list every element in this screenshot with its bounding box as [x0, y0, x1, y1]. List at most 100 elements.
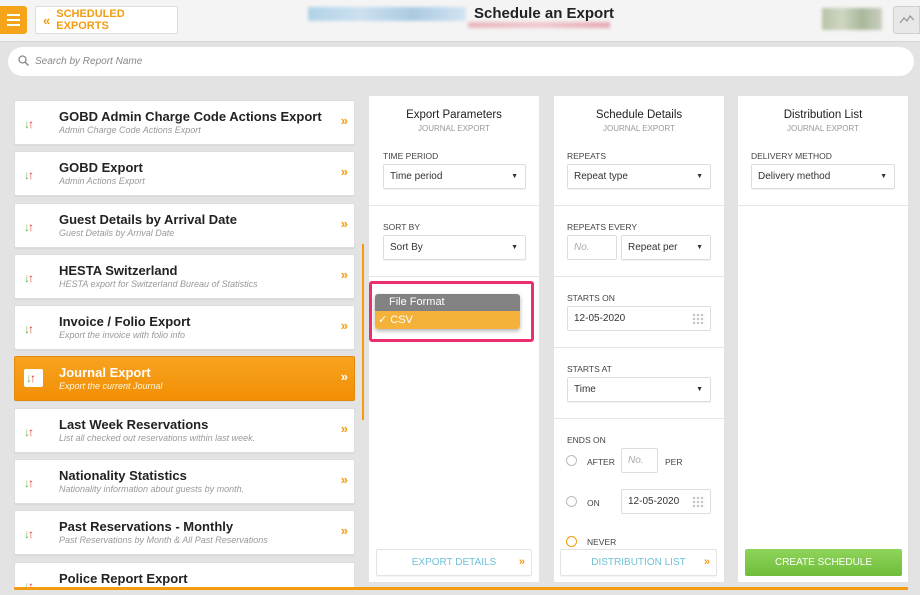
caret-down-icon: ▼ — [511, 244, 518, 251]
report-title: Police Report Export — [59, 570, 188, 586]
distribution-list-label: DISTRIBUTION LIST — [591, 557, 686, 568]
delivery-method-value: Delivery method — [758, 171, 831, 182]
panel-subtitle: JOURNAL EXPORT — [786, 124, 859, 133]
report-item-nationality[interactable]: ↓↑ Nationality Statistics Nationality in… — [14, 459, 355, 505]
report-subtitle: Export the invoice with folio info — [59, 330, 186, 341]
panel-title: Distribution List — [783, 109, 863, 121]
report-item-invoice-folio[interactable]: ↓↑ Invoice / Folio Export Export the inv… — [14, 305, 355, 351]
report-list: ↓↑ GOBD Admin Charge Code Actions Export… — [14, 100, 355, 587]
report-item-journal-export[interactable]: ↓↑ Journal Export Export the current Jou… — [14, 356, 355, 402]
report-item-hesta[interactable]: ↓↑ HESTA Switzerland HESTA export for Sw… — [14, 253, 355, 299]
starts-on-date-input[interactable]: 12-05-2020 — [567, 306, 711, 331]
repeat-per-select[interactable]: Repeat per ▼ — [621, 235, 711, 260]
sort-by-select[interactable]: Sort By ▼ — [383, 235, 526, 260]
caret-down-icon: ▼ — [880, 173, 887, 180]
sort-arrows-icon: ↓↑ — [24, 424, 34, 439]
report-subtitle: Nationality information about guests by … — [59, 484, 245, 495]
ends-on-label: ENDS ON — [567, 435, 606, 445]
divider — [738, 205, 908, 206]
on-label: ON — [587, 498, 600, 508]
panel-subtitle: JOURNAL EXPORT — [417, 124, 490, 133]
sort-arrows-icon: ↓↑ — [24, 369, 43, 388]
report-title: Invoice / Folio Export — [59, 314, 191, 330]
double-chevron-right-icon: » — [340, 420, 348, 436]
repeats-label: REPEATS — [567, 151, 607, 161]
time-period-value: Time period — [390, 171, 443, 182]
after-label: AFTER — [587, 457, 615, 467]
activity-chart-icon[interactable] — [893, 6, 920, 34]
report-subtitle: HESTA export for Switzerland Bureau of S… — [59, 278, 258, 289]
sort-by-value: Sort By — [390, 242, 423, 253]
export-details-button[interactable]: EXPORT DETAILS » — [376, 549, 532, 576]
ends-never-radio[interactable] — [566, 536, 577, 547]
panel-subtitle: JOURNAL EXPORT — [602, 124, 675, 133]
report-list-scrollbar[interactable] — [362, 244, 364, 420]
report-item-last-week[interactable]: ↓↑ Last Week Reservations List all check… — [14, 407, 355, 453]
caret-down-icon: ▼ — [511, 173, 518, 180]
repeats-select[interactable]: Repeat type ▼ — [567, 164, 711, 189]
divider — [554, 347, 724, 348]
delivery-method-select[interactable]: Delivery method ▼ — [751, 164, 895, 189]
back-to-scheduled-exports-button[interactable]: « SCHEDULED EXPORTS — [35, 6, 178, 34]
ends-on-value: 12-05-2020 — [628, 496, 680, 507]
report-subtitle: List all checked out reservations within… — [59, 432, 256, 443]
report-subtitle: Export the current Journal — [59, 381, 163, 392]
report-title: GOBD Admin Charge Code Actions Export — [59, 109, 322, 124]
menu-icon[interactable] — [0, 6, 27, 34]
divider — [369, 205, 539, 206]
blurred-hotel-name — [308, 7, 466, 21]
search-input[interactable] — [35, 56, 735, 67]
file-format-option-placeholder[interactable]: File Format — [375, 294, 520, 311]
double-chevron-right-icon: » — [340, 113, 348, 128]
ends-after-radio[interactable] — [566, 455, 577, 466]
back-button-label: SCHEDULED EXPORTS — [56, 8, 125, 32]
per-label: PER — [665, 457, 683, 467]
double-chevron-right-icon: » — [340, 164, 348, 180]
double-chevron-right-icon: » — [518, 556, 525, 568]
caret-down-icon: ▼ — [696, 244, 703, 251]
search-bar[interactable] — [8, 47, 914, 76]
never-label: NEVER — [587, 537, 617, 547]
double-chevron-right-icon: » — [340, 523, 348, 539]
time-period-select[interactable]: Time period ▼ — [383, 164, 526, 189]
file-format-option-csv[interactable]: ✓ CSV — [375, 311, 520, 329]
double-chevron-left-icon: « — [43, 12, 50, 28]
double-chevron-right-icon: » — [340, 369, 348, 385]
caret-down-icon: ▼ — [696, 386, 703, 393]
report-item-gobd-admin-charge[interactable]: ↓↑ GOBD Admin Charge Code Actions Export… — [14, 100, 355, 145]
repeats-every-number-input[interactable]: No. — [567, 235, 617, 260]
file-format-dropdown[interactable]: File Format ✓ CSV — [375, 294, 520, 329]
blurred-user-avatar[interactable] — [822, 8, 882, 30]
calendar-icon[interactable] — [692, 496, 705, 508]
report-item-gobd-export[interactable]: ↓↑ GOBD Export Admin Actions Export » — [14, 151, 355, 197]
starts-at-select[interactable]: Time ▼ — [567, 377, 711, 402]
double-chevron-right-icon: » — [340, 215, 348, 231]
distribution-list-button[interactable]: DISTRIBUTION LIST » — [560, 549, 717, 576]
sort-arrows-icon: ↓↑ — [24, 219, 34, 234]
sort-arrows-icon: ↓↑ — [24, 270, 34, 285]
sort-arrows-icon: ↓↑ — [24, 476, 34, 491]
starts-on-label: STARTS ON — [567, 293, 615, 303]
ends-after-number-input[interactable]: No. — [621, 448, 658, 473]
sort-arrows-icon: ↓↑ — [24, 117, 34, 131]
report-subtitle: Guest Details by Arrival Date — [59, 227, 175, 238]
starts-at-label: STARTS AT — [567, 364, 612, 374]
report-title: GOBD Export — [59, 160, 143, 176]
repeat-per-value: Repeat per — [628, 242, 678, 253]
report-title: HESTA Switzerland — [59, 262, 178, 278]
calendar-icon[interactable] — [692, 313, 705, 325]
report-subtitle: Admin Charge Code Actions Export — [59, 125, 201, 135]
distribution-list-panel: Distribution List JOURNAL EXPORT DELIVER… — [738, 96, 908, 582]
report-item-police-report[interactable]: ↓↑ Police Report Export — [14, 561, 355, 587]
report-item-past-reservations[interactable]: ↓↑ Past Reservations - Monthly Past Rese… — [14, 510, 355, 556]
sort-arrows-icon: ↓↑ — [24, 168, 34, 183]
report-subtitle: Past Reservations by Month & All Past Re… — [59, 535, 268, 546]
report-title: Last Week Reservations — [59, 416, 209, 432]
repeats-value: Repeat type — [574, 171, 628, 182]
ends-on-date-input[interactable]: 12-05-2020 — [621, 489, 711, 514]
divider — [369, 276, 539, 277]
create-schedule-button[interactable]: CREATE SCHEDULE — [745, 549, 902, 576]
report-item-guest-details[interactable]: ↓↑ Guest Details by Arrival Date Guest D… — [14, 202, 355, 248]
ends-on-radio[interactable] — [566, 496, 577, 507]
time-period-label: TIME PERIOD — [383, 151, 439, 161]
